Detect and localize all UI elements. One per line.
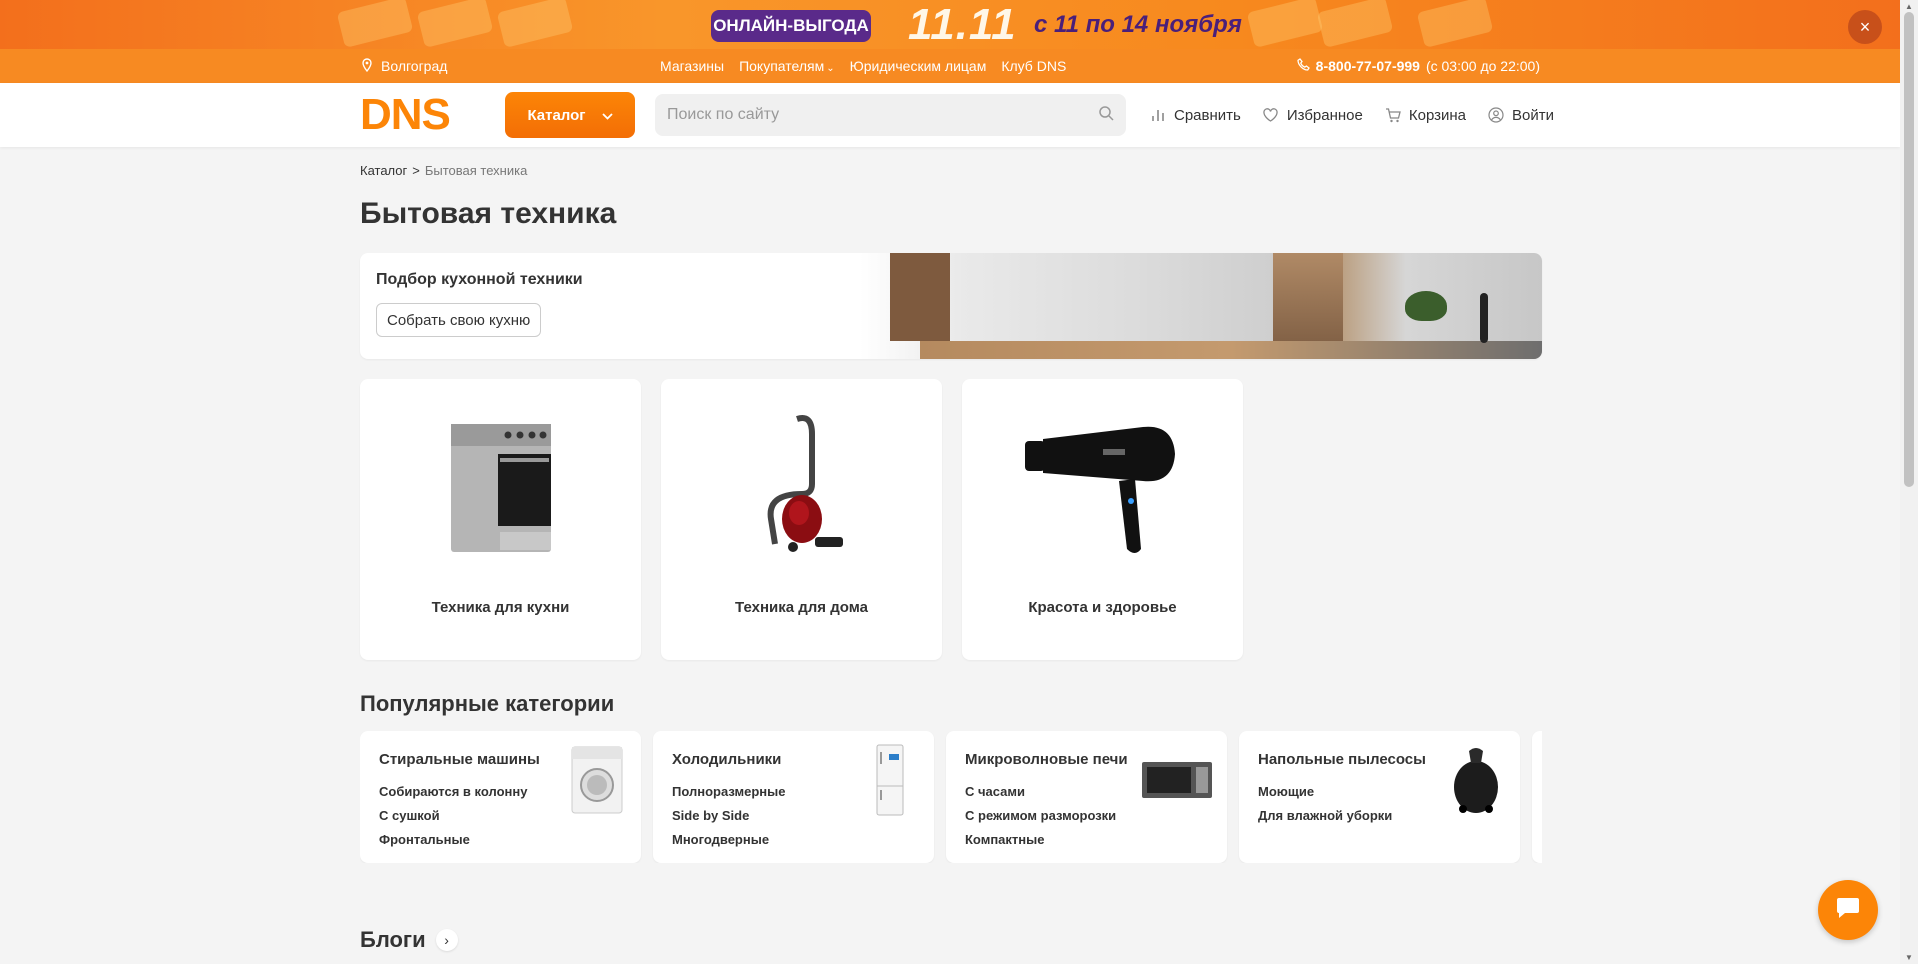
close-icon[interactable]: × bbox=[1848, 10, 1882, 44]
category-card-home[interactable]: Техника для дома bbox=[661, 379, 942, 660]
favorites-link[interactable]: Избранное bbox=[1263, 107, 1363, 124]
scroll-up-icon[interactable]: ▲ bbox=[1905, 2, 1913, 11]
category-grid: Техника для кухни Техника для дома Красо… bbox=[360, 379, 1243, 660]
faucet-icon bbox=[1480, 293, 1488, 343]
header-nav: Сравнить Избранное Корзина Войти bbox=[1150, 83, 1554, 147]
popular-card-microwaves[interactable]: Микроволновые печи С часами С режимом ра… bbox=[946, 731, 1227, 863]
category-label: Техника для кухни bbox=[431, 599, 570, 616]
compare-link[interactable]: Сравнить bbox=[1150, 107, 1241, 124]
blogs-title: Блоги bbox=[360, 927, 426, 952]
breadcrumb-separator: > bbox=[412, 163, 420, 178]
chevron-right-icon[interactable]: › bbox=[435, 929, 458, 951]
search-input[interactable] bbox=[667, 106, 1098, 124]
link-club[interactable]: Клуб DNS bbox=[1001, 58, 1066, 74]
cart-link[interactable]: Корзина bbox=[1385, 107, 1466, 124]
breadcrumb: Каталог > Бытовая техника bbox=[360, 163, 527, 178]
promo-tag: ОНЛАЙН-ВЫГОДА bbox=[711, 10, 871, 42]
city-selector[interactable]: Волгоград bbox=[361, 49, 447, 83]
kitchen-promo-title: Подбор кухонной техники bbox=[376, 271, 583, 288]
popular-categories-row: Стиральные машины Собираются в колонну С… bbox=[360, 731, 1542, 863]
plant-icon bbox=[1405, 291, 1447, 321]
category-label: Красота и здоровье bbox=[1028, 599, 1177, 616]
link-legal[interactable]: Юридическим лицам bbox=[850, 58, 987, 74]
promo-decoration bbox=[416, 0, 494, 48]
kitchen-counter bbox=[920, 341, 1542, 359]
compare-label: Сравнить bbox=[1174, 106, 1241, 124]
kitchen-photo bbox=[860, 253, 1542, 359]
dns-logo[interactable]: DNS bbox=[360, 93, 451, 137]
search-icon[interactable] bbox=[1098, 105, 1114, 126]
compare-icon bbox=[1150, 107, 1166, 123]
microwave-icon bbox=[1141, 745, 1213, 815]
phone-icon bbox=[1297, 58, 1310, 74]
category-label: Техника для дома bbox=[735, 599, 868, 616]
promo-dates: с 11 по 14 ноября bbox=[1034, 10, 1242, 38]
promo-decoration bbox=[1316, 0, 1394, 48]
phone-block[interactable]: 8-800-77-07-999 (с 03:00 до 22:00) bbox=[1297, 49, 1540, 83]
vacuum-icon bbox=[661, 409, 942, 559]
login-link[interactable]: Войти bbox=[1488, 107, 1554, 124]
chevron-down-icon: ⌄ bbox=[826, 63, 835, 74]
popular-card-floor-vacuums[interactable]: Напольные пылесосы Моющие Для влажной уб… bbox=[1239, 731, 1520, 863]
top-links: Магазины Покупателям ⌄ Юридическим лицам … bbox=[660, 49, 1066, 83]
location-pin-icon bbox=[361, 57, 373, 75]
page-title: Бытовая техника bbox=[360, 197, 617, 230]
category-card-kitchen[interactable]: Техника для кухни bbox=[360, 379, 641, 660]
promo-banner[interactable]: ОНЛАЙН-ВЫГОДА 11.11 с 11 по 14 ноября × bbox=[0, 0, 1900, 49]
login-label: Войти bbox=[1512, 106, 1554, 124]
promo-decoration bbox=[336, 0, 414, 48]
category-card-beauty[interactable]: Красота и здоровье bbox=[962, 379, 1243, 660]
promo-date-big: 11.11 bbox=[908, 0, 1017, 49]
catalog-label: Каталог bbox=[527, 106, 586, 124]
phone-hours: (с 03:00 до 22:00) bbox=[1425, 58, 1540, 74]
heart-icon bbox=[1263, 107, 1279, 123]
fridge-icon bbox=[860, 744, 920, 816]
build-kitchen-button[interactable]: Собрать свою кухню bbox=[376, 303, 542, 337]
promo-decoration bbox=[496, 0, 574, 48]
floor-vacuum-icon bbox=[1446, 745, 1506, 815]
breadcrumb-catalog[interactable]: Каталог bbox=[360, 163, 407, 178]
kitchen-cabinet bbox=[890, 253, 950, 341]
kitchen-promo-card[interactable]: Подбор кухонной техники Собрать свою кух… bbox=[360, 253, 1542, 359]
stove-icon bbox=[360, 409, 641, 559]
link-buyers-label: Покупателям bbox=[739, 58, 825, 74]
chevron-down-icon bbox=[601, 107, 613, 124]
popular-card-partial[interactable] bbox=[1532, 731, 1542, 863]
site-header: DNS Каталог Сравнить Избранное bbox=[0, 83, 1900, 147]
search-box[interactable] bbox=[655, 94, 1126, 136]
popular-subcategory[interactable]: Многодверные bbox=[672, 828, 915, 852]
breadcrumb-current: Бытовая техника bbox=[424, 163, 528, 178]
chat-bubble-icon bbox=[1835, 896, 1861, 925]
popular-categories-title: Популярные категории bbox=[360, 691, 615, 716]
cart-label: Корзина bbox=[1408, 106, 1467, 124]
promo-decoration bbox=[1246, 0, 1324, 48]
user-icon bbox=[1488, 107, 1504, 123]
chat-button[interactable] bbox=[1818, 880, 1878, 940]
catalog-button[interactable]: Каталог bbox=[505, 92, 635, 138]
link-buyers[interactable]: Покупателям ⌄ bbox=[739, 58, 835, 74]
popular-card-fridges[interactable]: Холодильники Полноразмерные Side by Side… bbox=[653, 731, 934, 863]
scrollbar-thumb[interactable] bbox=[1904, 12, 1914, 487]
top-bar: Волгоград Магазины Покупателям ⌄ Юридичес… bbox=[0, 49, 1900, 83]
cart-icon bbox=[1385, 107, 1401, 123]
scroll-down-icon[interactable]: ▼ bbox=[1905, 953, 1913, 962]
hair-dryer-icon bbox=[962, 409, 1243, 559]
popular-card-washing-machines[interactable]: Стиральные машины Собираются в колонну С… bbox=[360, 731, 641, 863]
city-name: Волгоград bbox=[381, 58, 448, 74]
blogs-section-header[interactable]: Блоги › bbox=[360, 927, 458, 953]
promo-decoration bbox=[1416, 0, 1494, 48]
favorites-label: Избранное bbox=[1286, 106, 1363, 124]
link-stores[interactable]: Магазины bbox=[660, 58, 724, 74]
popular-subcategory[interactable]: Компактные bbox=[965, 828, 1208, 852]
popular-subcategory[interactable]: Фронтальные bbox=[379, 828, 622, 852]
page-scrollbar[interactable]: ▲ ▼ bbox=[1900, 0, 1918, 964]
phone-number: 8-800-77-07-999 bbox=[1315, 58, 1420, 74]
washing-machine-icon bbox=[567, 745, 627, 815]
